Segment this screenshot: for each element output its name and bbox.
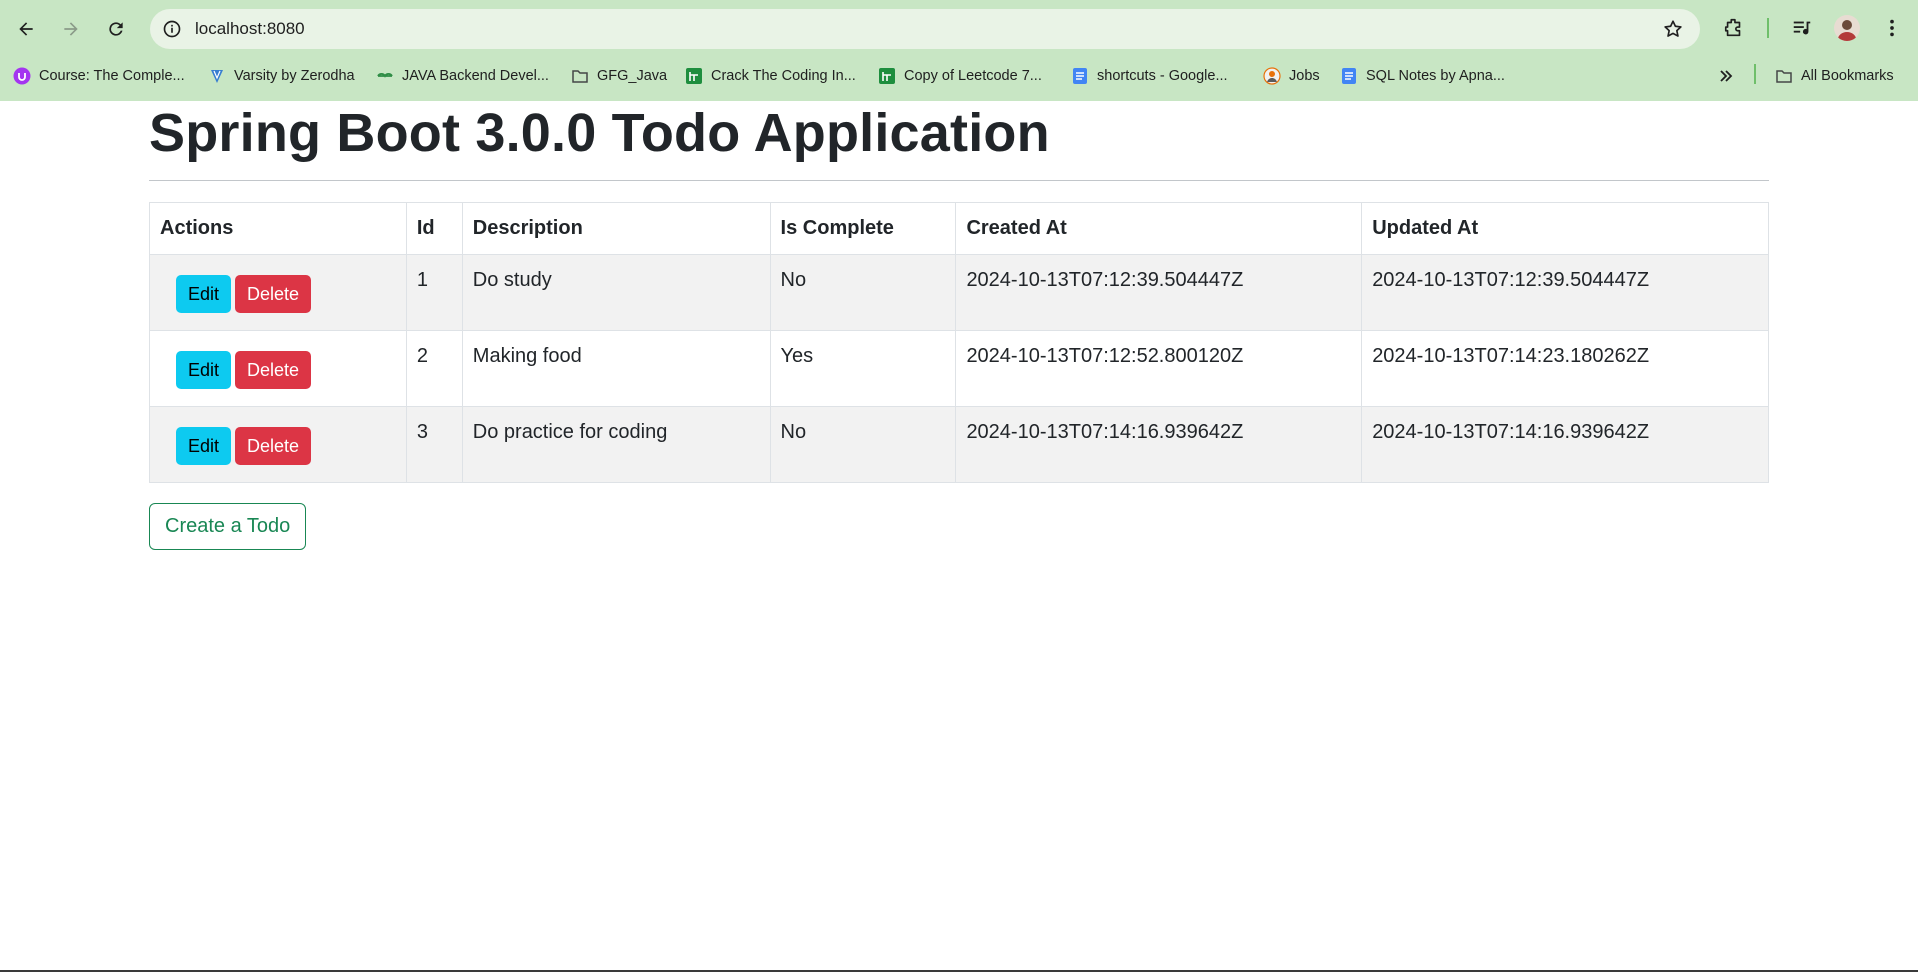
bookmark-item[interactable]: shortcuts - Google... xyxy=(1071,58,1228,94)
bookmarks-bar: Course: The Comple... Varsity by Zerodha… xyxy=(0,58,1918,101)
column-header-actions: Actions xyxy=(149,202,407,255)
browser-chrome: localhost:8080 Course: The Comple... Var… xyxy=(0,0,1918,101)
column-header-created-at: Created At xyxy=(955,202,1363,255)
forward-button[interactable] xyxy=(54,12,88,46)
bookmark-label: JAVA Backend Devel... xyxy=(402,68,549,84)
jobs-icon xyxy=(1263,67,1281,85)
menu-kebab-icon[interactable] xyxy=(1878,14,1906,42)
create-todo-button[interactable]: Create a Todo xyxy=(149,503,307,550)
actions-cell: Edit Delete xyxy=(149,254,407,331)
id-cell: 3 xyxy=(405,406,463,483)
all-bookmarks-button[interactable]: All Bookmarks xyxy=(1775,58,1894,94)
table-row: Edit Delete 1 Do study No 2024-10-13T07:1… xyxy=(149,254,1769,331)
bookmark-item[interactable]: Crack The Coding In... xyxy=(685,58,856,94)
bookmark-folder[interactable]: GFG_Java xyxy=(571,58,667,94)
page-title: Spring Boot 3.0.0 Todo Application xyxy=(149,103,1050,163)
media-controls-icon[interactable] xyxy=(1788,14,1816,42)
browser-toolbar: localhost:8080 xyxy=(0,0,1918,58)
updated-at-cell: 2024-10-13T07:14:16.939642Z xyxy=(1361,406,1769,483)
bookmark-item[interactable]: Course: The Comple... xyxy=(13,58,185,94)
column-header-is-complete: Is Complete xyxy=(769,202,957,255)
address-bar[interactable]: localhost:8080 xyxy=(150,9,1700,49)
bookmark-item[interactable]: Jobs xyxy=(1263,58,1320,94)
bookmark-label: SQL Notes by Apna... xyxy=(1366,68,1505,84)
bookmark-item[interactable]: JAVA Backend Devel... xyxy=(376,58,549,94)
description-cell: Making food xyxy=(461,330,771,407)
is-complete-cell: No xyxy=(769,254,957,331)
bookmark-label: Course: The Comple... xyxy=(39,68,185,84)
toolbar-divider xyxy=(1767,18,1769,38)
description-cell: Do study xyxy=(461,254,771,331)
bookmarks-divider xyxy=(1754,64,1756,84)
actions-cell: Edit Delete xyxy=(149,406,407,483)
id-cell: 1 xyxy=(405,254,463,331)
created-at-cell: 2024-10-13T07:12:39.504447Z xyxy=(955,254,1363,331)
edit-button[interactable]: Edit xyxy=(176,275,232,313)
updated-at-cell: 2024-10-13T07:14:23.180262Z xyxy=(1361,330,1769,407)
docs-icon xyxy=(1340,67,1358,85)
profile-avatar[interactable] xyxy=(1834,15,1860,41)
is-complete-cell: Yes xyxy=(769,330,957,407)
bookmark-label: Jobs xyxy=(1289,68,1320,84)
delete-button[interactable]: Delete xyxy=(235,427,312,465)
more-bookmarks-button[interactable] xyxy=(1717,58,1743,94)
folder-icon xyxy=(1775,67,1793,85)
url-text[interactable]: localhost:8080 xyxy=(195,9,305,49)
sheets-icon xyxy=(878,67,896,85)
bookmark-label: All Bookmarks xyxy=(1801,68,1894,84)
title-divider xyxy=(149,180,1769,181)
bookmark-label: GFG_Java xyxy=(597,68,668,84)
column-header-id: Id xyxy=(405,202,463,255)
bookmark-label: Copy of Leetcode 7... xyxy=(904,68,1042,84)
bookmark-item[interactable]: Copy of Leetcode 7... xyxy=(878,58,1042,94)
gfg-icon xyxy=(376,67,394,85)
extensions-icon[interactable] xyxy=(1720,14,1748,42)
todo-table: Actions Id Description Is Complete Creat… xyxy=(149,202,1769,483)
arrow-right-icon xyxy=(64,22,78,36)
docs-icon xyxy=(1071,67,1089,85)
updated-at-cell: 2024-10-13T07:12:39.504447Z xyxy=(1361,254,1769,331)
id-cell: 2 xyxy=(405,330,463,407)
sheets-icon xyxy=(685,67,703,85)
table-row: Edit Delete 3 Do practice for coding No 2… xyxy=(149,406,1769,483)
table-header-row: Actions Id Description Is Complete Creat… xyxy=(149,202,1769,255)
created-at-cell: 2024-10-13T07:12:52.800120Z xyxy=(955,330,1363,407)
edit-button[interactable]: Edit xyxy=(176,427,232,465)
site-info-icon[interactable] xyxy=(160,17,184,41)
actions-cell: Edit Delete xyxy=(149,330,407,407)
delete-button[interactable]: Delete xyxy=(235,351,312,389)
arrow-left-icon xyxy=(19,22,33,36)
reload-icon xyxy=(109,22,123,36)
column-header-updated-at: Updated At xyxy=(1361,202,1769,255)
bookmark-item[interactable]: SQL Notes by Apna... xyxy=(1340,58,1505,94)
created-at-cell: 2024-10-13T07:14:16.939642Z xyxy=(955,406,1363,483)
double-chevron-right-icon xyxy=(1717,67,1735,85)
edit-button[interactable]: Edit xyxy=(176,351,232,389)
bookmark-label: Varsity by Zerodha xyxy=(234,68,355,84)
bookmark-item[interactable]: Varsity by Zerodha xyxy=(208,58,355,94)
table-row: Edit Delete 2 Making food Yes 2024-10-13T… xyxy=(149,330,1769,407)
is-complete-cell: No xyxy=(769,406,957,483)
folder-icon xyxy=(571,67,589,85)
varsity-icon xyxy=(208,67,226,85)
reload-button[interactable] xyxy=(99,12,133,46)
back-button[interactable] xyxy=(9,12,43,46)
bookmark-label: Crack The Coding In... xyxy=(711,68,856,84)
delete-button[interactable]: Delete xyxy=(235,275,312,313)
bookmark-star-icon[interactable] xyxy=(1662,18,1684,40)
column-header-description: Description xyxy=(461,202,771,255)
description-cell: Do practice for coding xyxy=(461,406,771,483)
udemy-icon xyxy=(13,67,31,85)
bookmark-label: shortcuts - Google... xyxy=(1097,68,1228,84)
